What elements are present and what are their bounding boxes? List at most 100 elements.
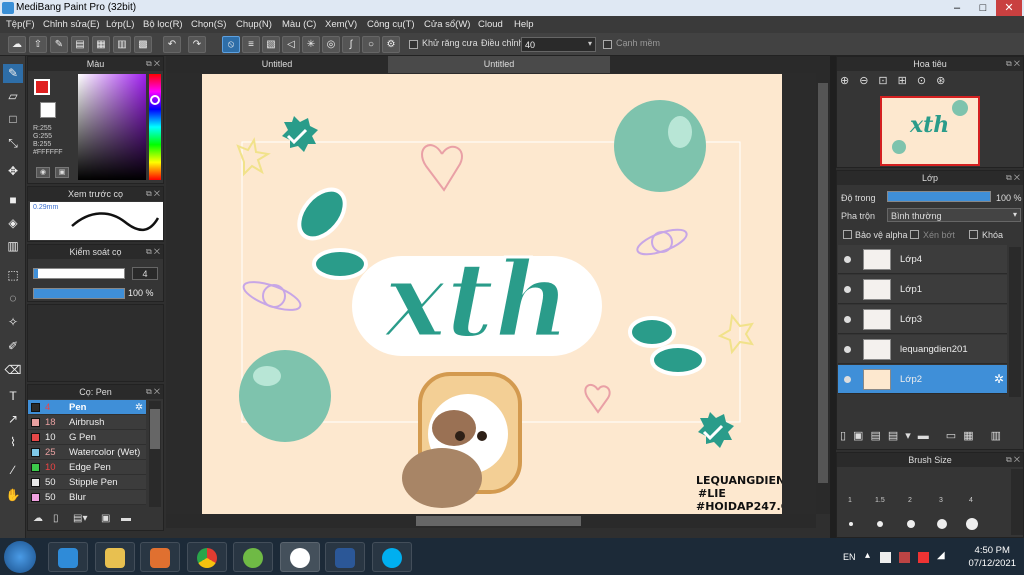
- gradient-tool-icon[interactable]: ▥: [3, 237, 23, 256]
- add-brush-icon[interactable]: ▤▾: [73, 513, 87, 524]
- volume-icon[interactable]: ◢: [937, 550, 945, 561]
- expand-icon[interactable]: ⧉ ✕: [146, 187, 160, 201]
- menu-cloud[interactable]: Cloud: [478, 16, 503, 33]
- brush-item[interactable]: 4 Pen ✲: [28, 400, 146, 415]
- eye-icon[interactable]: [844, 256, 851, 263]
- adjust-dropdown[interactable]: 40 ▾: [521, 37, 596, 52]
- menu-layer[interactable]: Lớp(L): [106, 16, 134, 33]
- tab-untitled-1[interactable]: Untitled: [166, 56, 388, 73]
- close-button[interactable]: ✕: [996, 0, 1022, 16]
- tray-vpn-icon[interactable]: [918, 552, 929, 563]
- brush-item[interactable]: 50 Stipple Pen: [28, 475, 146, 490]
- select-tool-icon[interactable]: ⬚: [3, 266, 23, 285]
- taskbar-chrome[interactable]: [187, 542, 227, 572]
- menu-help[interactable]: Help: [514, 16, 534, 33]
- wand-tool-icon[interactable]: ✧: [3, 313, 23, 332]
- eraser-tool-icon[interactable]: ▱: [3, 87, 23, 106]
- vertical-scrollbar[interactable]: [816, 73, 830, 514]
- minimize-button[interactable]: –: [944, 0, 970, 16]
- cross-snap-icon[interactable]: ▧: [262, 36, 280, 53]
- taskbar-media[interactable]: [140, 542, 180, 572]
- eye-icon[interactable]: [844, 376, 851, 383]
- brush-size-dot[interactable]: [849, 522, 853, 526]
- brush-size-option[interactable]: 2: [908, 497, 912, 504]
- vanish-snap-icon[interactable]: ◁: [282, 36, 300, 53]
- brush-size-option[interactable]: 4: [969, 497, 973, 504]
- brush-item[interactable]: 10 Edge Pen: [28, 460, 146, 475]
- document-icon[interactable]: ▤: [71, 36, 89, 53]
- gear-icon[interactable]: ✲: [135, 400, 143, 415]
- brush-item[interactable]: 50 Blur: [28, 490, 146, 505]
- expand-icon[interactable]: ⧉ ✕: [146, 385, 160, 399]
- color-mode-icon[interactable]: ◉: [36, 167, 50, 178]
- brush-size-option[interactable]: 1.5: [875, 497, 885, 504]
- hue-slider[interactable]: [149, 74, 161, 180]
- start-button[interactable]: [4, 541, 36, 573]
- brush-size-slider[interactable]: [33, 268, 125, 279]
- clip-checkbox[interactable]: [910, 230, 919, 239]
- brush-size-dot[interactable]: [966, 518, 978, 530]
- clock[interactable]: 4:50 PM 07/12/2021: [968, 544, 1016, 570]
- color-saturation-field[interactable]: [78, 74, 146, 180]
- pen-tool-icon[interactable]: ⤡: [3, 134, 23, 153]
- layer-row[interactable]: Lớp2 ✲: [838, 365, 1007, 394]
- protect-alpha-checkbox[interactable]: [843, 230, 852, 239]
- menu-edit[interactable]: Chỉnh sửa(E): [43, 16, 100, 33]
- radial-snap-icon[interactable]: ✳: [302, 36, 320, 53]
- maximize-button[interactable]: □: [970, 0, 996, 16]
- redo-icon[interactable]: ↷: [188, 36, 206, 53]
- color-swap-icon[interactable]: ▣: [55, 167, 69, 178]
- expand-icon[interactable]: ⧉ ✕: [146, 245, 160, 259]
- taskbar-medibang[interactable]: [280, 542, 320, 572]
- eyedropper-tool-icon[interactable]: ⌇: [3, 433, 23, 452]
- brush-item[interactable]: 18 Airbrush: [28, 415, 146, 430]
- select-eraser-icon[interactable]: ⌫: [3, 361, 23, 380]
- undo-icon[interactable]: ↶: [163, 36, 181, 53]
- folder-icon[interactable]: ▬: [121, 513, 131, 524]
- concentric-snap-icon[interactable]: ◎: [322, 36, 340, 53]
- new-brush-icon[interactable]: ▯: [53, 513, 59, 524]
- layer-actions[interactable]: ▯▣▤▤▾▬ ▭▦ ▥: [840, 429, 1020, 447]
- menu-view[interactable]: Xem(V): [325, 16, 357, 33]
- bucket-tool-icon[interactable]: ◈: [3, 214, 23, 233]
- brush-size-value[interactable]: 4: [132, 267, 158, 280]
- tab-untitled-2[interactable]: Untitled: [388, 56, 610, 73]
- layer-row[interactable]: lequangdien201: [838, 335, 1007, 364]
- fill-rect-tool-icon[interactable]: ■: [3, 191, 23, 210]
- taskbar-skype[interactable]: [372, 542, 412, 572]
- menu-file[interactable]: Tệp(F): [6, 16, 35, 33]
- operation-tool-icon[interactable]: ↗: [3, 410, 23, 429]
- menu-tools[interactable]: Công cụ(T): [367, 16, 415, 33]
- layer-opacity-slider[interactable]: [887, 191, 991, 202]
- gear-icon[interactable]: ✲: [994, 372, 1004, 386]
- taskbar-ie[interactable]: [48, 542, 88, 572]
- expand-icon[interactable]: ⧉ ✕: [1006, 57, 1020, 71]
- brush-size-dot[interactable]: [877, 521, 883, 527]
- brush-size-option[interactable]: 1: [848, 497, 852, 504]
- brush-settings-icon[interactable]: ▣: [101, 513, 110, 524]
- layer-row[interactable]: Lớp1: [838, 275, 1007, 304]
- artboard[interactable]: xth LEQUANGDIEN201 #LIE #HOIDAP247.COM: [202, 74, 782, 514]
- eye-icon[interactable]: [844, 316, 851, 323]
- brush-size-option[interactable]: 3: [939, 497, 943, 504]
- rectangle-tool-icon[interactable]: □: [3, 110, 23, 129]
- expand-icon[interactable]: ⧉ ✕: [146, 57, 160, 71]
- brush-size-scrollbar[interactable]: [1011, 469, 1023, 535]
- taskbar-coccoc[interactable]: [233, 542, 273, 572]
- menu-window[interactable]: Cửa sổ(W): [424, 16, 470, 33]
- layer-list-scrollbar[interactable]: [1009, 247, 1021, 397]
- eye-icon[interactable]: [844, 286, 851, 293]
- brush-item[interactable]: 10 G Pen: [28, 430, 146, 445]
- upload-icon[interactable]: ⇧: [29, 36, 47, 53]
- snap-off-icon[interactable]: ⦸: [222, 36, 240, 53]
- lasso-tool-icon[interactable]: ◌: [3, 289, 23, 308]
- layer-row[interactable]: Lớp3: [838, 305, 1007, 334]
- move-tool-icon[interactable]: ✥: [3, 162, 23, 181]
- navigator-tools[interactable]: ⊕⊖⊡⊞⊙⊛: [840, 74, 1020, 92]
- comment-icon[interactable]: ✎: [50, 36, 68, 53]
- horizontal-scrollbar[interactable]: [166, 514, 816, 528]
- brush-size-dot[interactable]: [937, 519, 947, 529]
- brush-tool-icon[interactable]: ✎: [3, 64, 23, 83]
- navigator-thumbnail[interactable]: xth: [880, 96, 980, 166]
- cloud-icon[interactable]: ☁: [8, 36, 26, 53]
